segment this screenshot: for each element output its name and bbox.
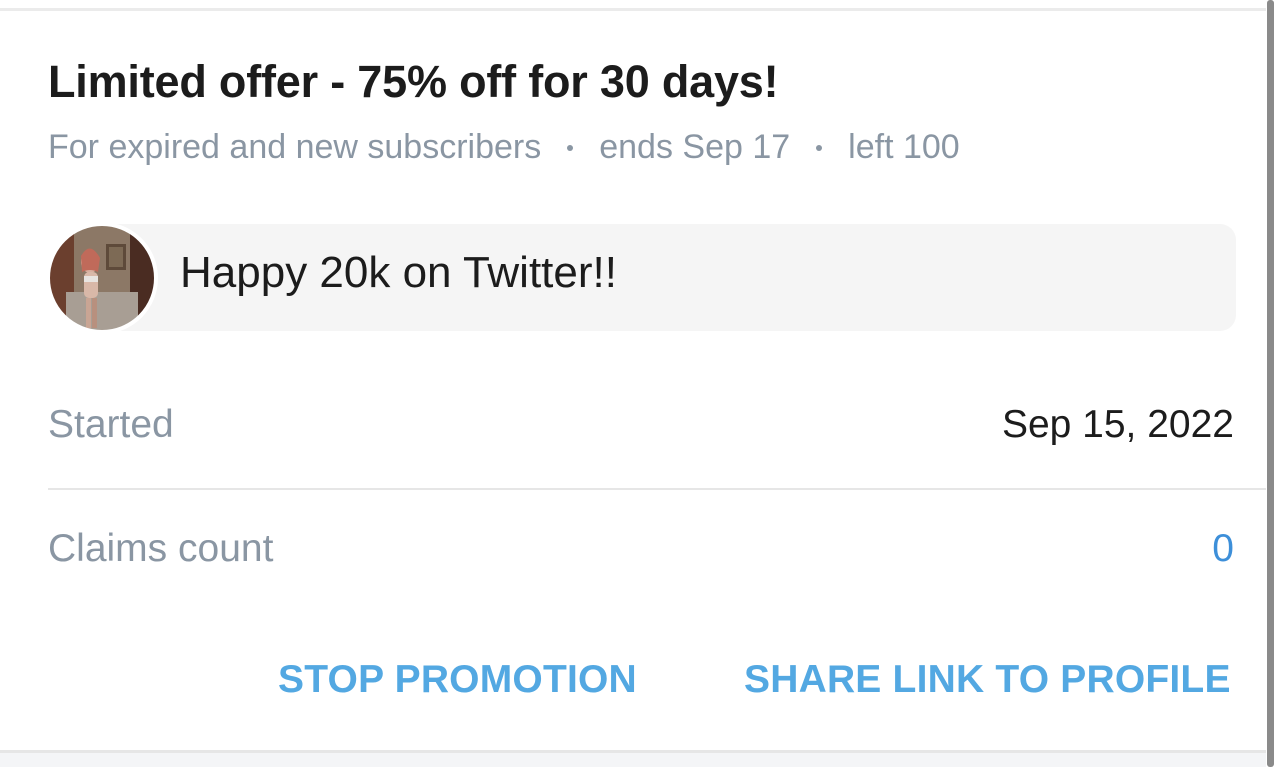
started-label: Started — [48, 403, 174, 446]
avatar[interactable] — [46, 222, 158, 334]
promotion-message: Happy 20k on Twitter!! — [180, 248, 617, 297]
scrollbar-thumb[interactable] — [1267, 0, 1274, 767]
stop-promotion-button[interactable]: STOP PROMOTION — [278, 658, 637, 702]
share-link-button[interactable]: SHARE LINK TO PROFILE — [744, 658, 1231, 702]
separator-dot — [567, 144, 574, 151]
started-value: Sep 15, 2022 — [1001, 403, 1234, 446]
top-divider — [0, 8, 1266, 11]
avatar-photo — [46, 222, 158, 334]
row-divider — [48, 488, 1284, 490]
promotion-meta: For expired and new subscribers ends Sep… — [48, 128, 960, 167]
audience-text: For expired and new subscribers — [48, 128, 542, 166]
next-card-edge — [0, 753, 1266, 767]
promotion-title: Limited offer - 75% off for 30 days! — [48, 56, 779, 107]
claims-count-value[interactable]: 0 — [1212, 527, 1234, 571]
left-count-text: left 100 — [848, 128, 960, 166]
promotion-card: Limited offer - 75% off for 30 days! For… — [0, 0, 1284, 767]
ends-text: ends Sep 17 — [599, 128, 791, 166]
claims-count-label: Claims count — [48, 527, 274, 570]
separator-dot — [816, 144, 823, 151]
